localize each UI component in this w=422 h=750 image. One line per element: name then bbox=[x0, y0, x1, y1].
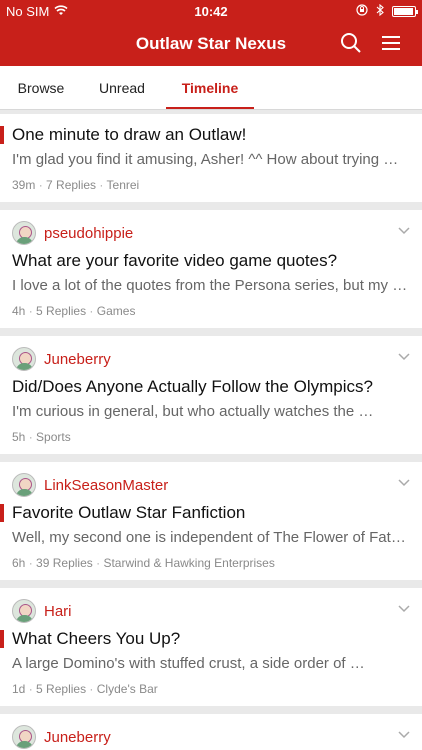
topic-category[interactable]: Sports bbox=[36, 430, 71, 444]
topic-card[interactable]: pseudohippie What are your favorite vide… bbox=[0, 210, 422, 328]
avatar[interactable] bbox=[12, 473, 36, 497]
avatar[interactable] bbox=[12, 221, 36, 245]
topic-meta: 5h · Sports bbox=[12, 430, 71, 444]
category-color-bar bbox=[0, 126, 4, 144]
topic-time: 39m bbox=[12, 178, 36, 192]
topic-meta: 4h · 5 Replies · Games bbox=[12, 304, 136, 318]
topic-title[interactable]: Favorite Outlaw Star Fanfiction bbox=[12, 502, 410, 524]
chevron-down-icon[interactable] bbox=[398, 726, 410, 744]
topic-replies: 5 Replies bbox=[36, 682, 87, 696]
app-header: No SIM 10:42 Outlaw Star Nexus bbox=[0, 0, 422, 66]
topic-author[interactable]: Juneberry bbox=[44, 351, 111, 368]
topic-time: 6h bbox=[12, 556, 26, 570]
topic-author[interactable]: Juneberry bbox=[44, 729, 111, 746]
tab-timeline[interactable]: Timeline bbox=[166, 66, 254, 109]
filter-tabs: Browse Unread Timeline bbox=[0, 66, 422, 110]
topic-time: 5h bbox=[12, 430, 26, 444]
topic-time: 4h bbox=[12, 304, 26, 318]
topic-category[interactable]: Games bbox=[97, 304, 136, 318]
tab-browse[interactable]: Browse bbox=[0, 66, 82, 109]
topic-card[interactable]: Juneberry Did/Does Anyone Actually Follo… bbox=[0, 336, 422, 454]
battery-icon bbox=[392, 5, 418, 17]
topic-card[interactable]: Juneberry bbox=[0, 714, 422, 750]
topic-category[interactable]: Clyde's Bar bbox=[97, 682, 158, 696]
avatar[interactable] bbox=[12, 599, 36, 623]
topic-title[interactable]: What are your favorite video game quotes… bbox=[12, 250, 410, 272]
category-color-bar bbox=[0, 630, 4, 648]
topic-title[interactable]: One minute to draw an Outlaw! bbox=[12, 124, 410, 146]
topic-excerpt: Well, my second one is independent of Th… bbox=[12, 529, 406, 546]
topic-meta: 1d · 5 Replies · Clyde's Bar bbox=[12, 682, 158, 696]
topic-excerpt: I'm curious in general, but who actually… bbox=[12, 403, 374, 420]
topic-card[interactable]: Hari What Cheers You Up? A large Domino'… bbox=[0, 588, 422, 706]
avatar[interactable] bbox=[12, 347, 36, 371]
chevron-down-icon[interactable] bbox=[398, 474, 410, 492]
app-title: Outlaw Star Nexus bbox=[135, 34, 287, 53]
topic-replies: 5 Replies bbox=[36, 304, 87, 318]
topic-category[interactable]: Starwind & Hawking Enterprises bbox=[103, 556, 274, 570]
search-icon[interactable] bbox=[340, 32, 362, 54]
topic-excerpt: I'm glad you find it amusing, Asher! ^^ … bbox=[12, 151, 399, 168]
topic-author[interactable]: Hari bbox=[44, 603, 72, 620]
topic-card[interactable]: LinkSeasonMaster Favorite Outlaw Star Fa… bbox=[0, 462, 422, 580]
clock: 10:42 bbox=[194, 4, 228, 19]
topic-author[interactable]: LinkSeasonMaster bbox=[44, 477, 168, 494]
chevron-down-icon[interactable] bbox=[398, 348, 410, 366]
topic-excerpt: A large Domino's with stuffed crust, a s… bbox=[12, 655, 365, 672]
status-bar: No SIM 10:42 bbox=[0, 0, 422, 22]
topic-title[interactable]: Did/Does Anyone Actually Follow the Olym… bbox=[12, 376, 410, 398]
topic-excerpt: I love a lot of the quotes from the Pers… bbox=[12, 277, 408, 294]
tab-unread[interactable]: Unread bbox=[82, 66, 162, 109]
topic-category[interactable]: Tenrei bbox=[107, 178, 140, 192]
topic-meta: 39m · 7 Replies · Tenrei bbox=[12, 178, 140, 192]
topic-replies: 7 Replies bbox=[46, 178, 97, 192]
topic-card[interactable]: One minute to draw an Outlaw! I'm glad y… bbox=[0, 114, 422, 202]
topic-replies: 39 Replies bbox=[36, 556, 93, 570]
topic-title[interactable]: What Cheers You Up? bbox=[12, 628, 410, 650]
avatar[interactable] bbox=[12, 725, 36, 749]
topic-list: One minute to draw an Outlaw! I'm glad y… bbox=[0, 110, 422, 750]
topic-meta: 6h · 39 Replies · Starwind & Hawking Ent… bbox=[12, 556, 275, 570]
topic-author[interactable]: pseudohippie bbox=[44, 225, 133, 242]
chevron-down-icon[interactable] bbox=[398, 222, 410, 240]
category-color-bar bbox=[0, 504, 4, 522]
menu-icon[interactable] bbox=[380, 32, 402, 54]
topic-time: 1d bbox=[12, 682, 26, 696]
chevron-down-icon[interactable] bbox=[398, 600, 410, 618]
